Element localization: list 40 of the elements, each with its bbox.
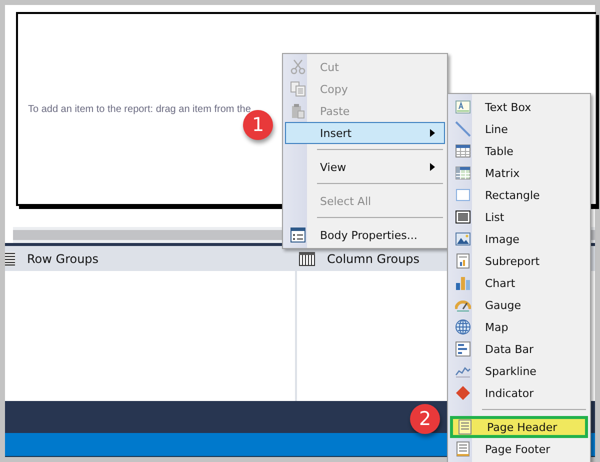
menu-item[interactable]: Line: [450, 118, 588, 140]
bar-chart-icon: [455, 275, 471, 291]
menu-item[interactable]: Chart: [450, 272, 588, 294]
menu-item[interactable]: Insert: [285, 122, 445, 144]
subreport-icon: [455, 253, 471, 269]
globe-icon: [455, 319, 471, 335]
menu-item[interactable]: Rectangle: [450, 184, 588, 206]
table-icon: [455, 143, 471, 159]
menu-item[interactable]: Text Box: [450, 96, 588, 118]
menu-item[interactable]: Matrix: [450, 162, 588, 184]
matrix-icon: [455, 165, 471, 181]
menu-item[interactable]: Table: [450, 140, 588, 162]
menu-item[interactable]: Sparkline: [450, 360, 588, 382]
copy-icon: [290, 81, 306, 97]
line-icon: [455, 121, 471, 137]
page-footer-icon: [455, 441, 471, 457]
menu-item[interactable]: Map: [450, 316, 588, 338]
menu-item[interactable]: List: [450, 206, 588, 228]
menu-item[interactable]: Data Bar: [450, 338, 588, 360]
page-header-icon: [457, 419, 473, 435]
menu-item[interactable]: Subreport: [450, 250, 588, 272]
row-groups-label: Row Groups: [27, 252, 99, 266]
menu-item[interactable]: Indicator: [450, 382, 588, 404]
clipboard-icon: [290, 103, 306, 119]
row-groups-icon: [5, 252, 15, 266]
text-box-icon: [455, 99, 471, 115]
menu-item[interactable]: View: [285, 156, 445, 178]
menu-item[interactable]: Page Footer: [450, 438, 588, 460]
column-groups-icon: [299, 252, 315, 266]
rectangle-icon: [455, 187, 471, 203]
column-groups-label: Column Groups: [327, 252, 420, 266]
scissors-icon: [290, 59, 306, 75]
list-icon: [455, 209, 471, 225]
menu-item[interactable]: Body Properties...: [285, 224, 445, 246]
menu-item[interactable]: Gauge: [450, 294, 588, 316]
menu-item[interactable]: Image: [450, 228, 588, 250]
properties-icon: [290, 227, 306, 243]
data-bar-icon: [455, 341, 471, 357]
image-icon: [455, 231, 471, 247]
menu-item[interactable]: Page Header: [450, 416, 588, 438]
